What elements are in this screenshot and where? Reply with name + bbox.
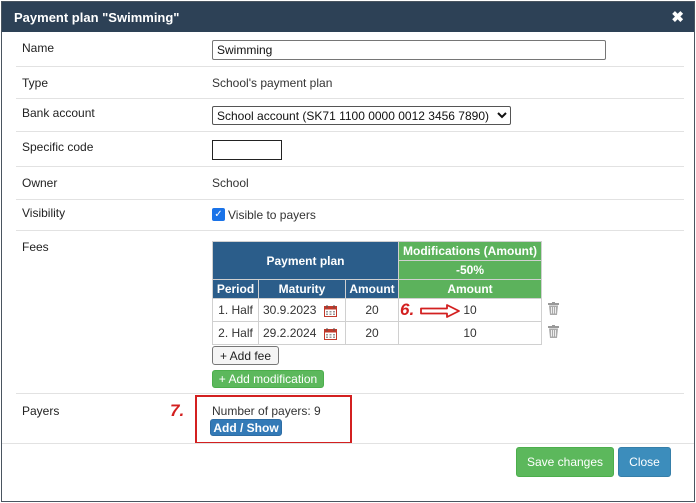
divider — [16, 230, 684, 231]
arrow-right-icon — [420, 304, 460, 318]
fees-label: Fees — [22, 240, 49, 254]
annotation-six: 6. — [400, 300, 415, 319]
modification-amount-cell[interactable]: 10 — [398, 321, 542, 345]
type-label: Type — [22, 76, 49, 90]
visibility-checkbox[interactable]: ✓ — [212, 208, 225, 221]
save-changes-button[interactable]: Save changes — [516, 447, 614, 477]
close-icon[interactable]: ✖ — [671, 8, 684, 26]
fees-table: Payment plan Modifications (Amount) -50%… — [212, 241, 542, 345]
payers-count: Number of payers: 9 — [212, 404, 321, 418]
payers-label: Payers — [22, 404, 60, 418]
column-header-modification-amount: Amount — [398, 279, 542, 299]
divider — [16, 393, 684, 394]
column-header-amount: Amount — [345, 279, 399, 299]
specific-code-label: Specific code — [22, 140, 94, 154]
column-header-maturity: Maturity — [258, 279, 346, 299]
dialog-title: Payment plan "Swimming" — [14, 10, 180, 25]
calendar-icon[interactable] — [324, 327, 338, 340]
maturity-date: 30.9.2023 — [263, 303, 317, 317]
name-input[interactable] — [212, 40, 606, 60]
maturity-date: 29.2.2024 — [263, 326, 317, 340]
bank-account-label: Bank account — [22, 106, 95, 120]
amount-cell[interactable]: 20 — [345, 298, 399, 322]
payment-plan-dialog: Payment plan "Swimming" ✖ Name Type Scho… — [1, 1, 695, 502]
dialog-titlebar: Payment plan "Swimming" ✖ — [2, 2, 694, 32]
divider — [16, 131, 684, 132]
maturity-cell[interactable]: 29.2.2024 — [258, 321, 346, 345]
add-fee-button[interactable]: + Add fee — [212, 346, 279, 365]
column-header-period: Period — [212, 279, 259, 299]
annotation-seven: 7. — [170, 401, 185, 420]
bank-account-select[interactable]: School account (SK71 1100 0000 0012 3456… — [212, 106, 511, 125]
owner-label: Owner — [22, 176, 58, 190]
table-row: 1. Half 30.9.2023 20 10 — [212, 298, 542, 322]
amount-cell[interactable]: 20 — [345, 321, 399, 345]
add-modification-button[interactable]: + Add modification — [212, 370, 324, 388]
divider — [16, 166, 684, 167]
add-show-payers-button[interactable]: Add / Show — [210, 419, 282, 436]
modification-percent-header: -50% — [398, 260, 542, 280]
specific-code-input[interactable] — [212, 140, 282, 160]
close-button[interactable]: Close — [618, 447, 671, 477]
calendar-icon[interactable] — [324, 304, 338, 317]
divider — [16, 199, 684, 200]
trash-icon[interactable] — [548, 325, 559, 338]
divider — [16, 66, 684, 67]
period-cell: 2. Half — [212, 321, 259, 345]
table-row: 2. Half 29.2.2024 20 10 — [212, 321, 542, 345]
payment-plan-header: Payment plan — [212, 241, 399, 280]
period-cell: 1. Half — [212, 298, 259, 322]
modifications-header: Modifications (Amount) — [398, 241, 542, 261]
owner-value: School — [212, 176, 249, 190]
maturity-cell[interactable]: 30.9.2023 — [258, 298, 346, 322]
divider — [16, 98, 684, 99]
visibility-label: Visibility — [22, 206, 66, 220]
footer-divider — [2, 443, 694, 444]
visibility-checkbox-label: Visible to payers — [228, 208, 316, 222]
name-label: Name — [22, 41, 55, 55]
trash-icon[interactable] — [548, 302, 559, 315]
type-value: School's payment plan — [212, 76, 333, 90]
